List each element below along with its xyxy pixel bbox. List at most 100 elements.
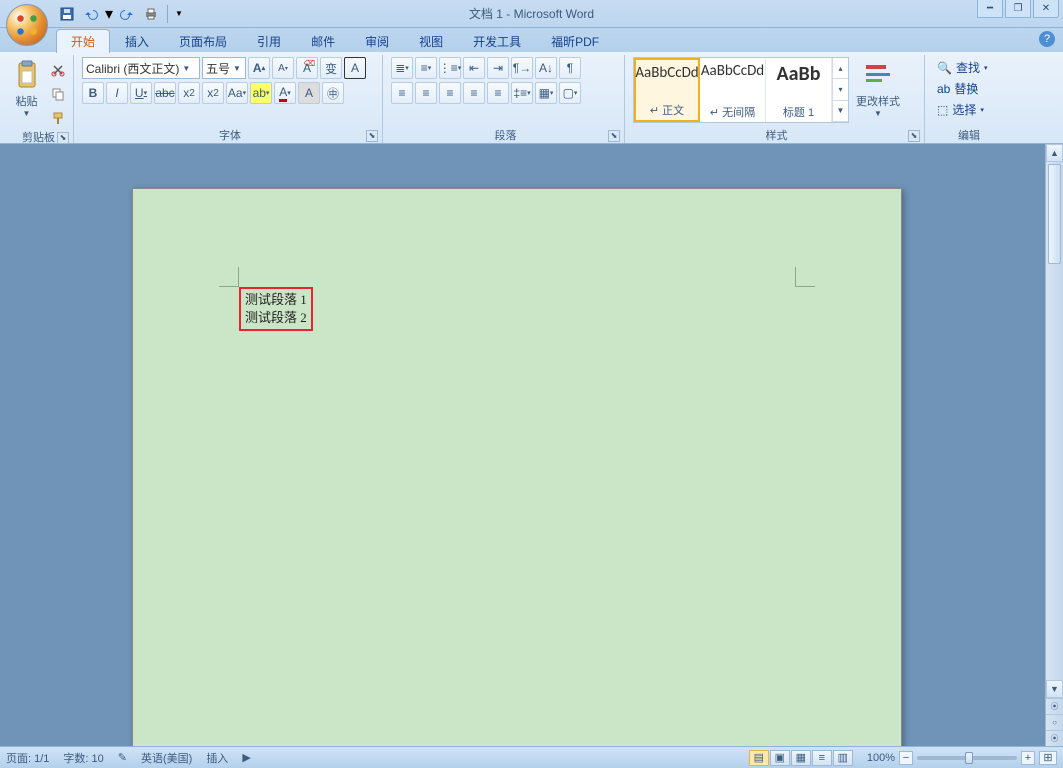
tab-insert[interactable]: 插入 (110, 29, 164, 53)
paragraph-1[interactable]: 测试段落 1 (245, 291, 307, 309)
gallery-up[interactable]: ▴ (832, 58, 848, 79)
gallery-down[interactable]: ▾ (832, 79, 848, 100)
show-marks-button[interactable]: ¶ (559, 57, 581, 79)
char-shading-button[interactable]: A (298, 82, 320, 104)
align-right-button[interactable]: ≡ (439, 82, 461, 104)
line-spacing-button[interactable]: ‡≡▾ (511, 82, 533, 104)
format-painter-button[interactable] (47, 107, 69, 129)
borders-button[interactable]: ▢▾ (559, 82, 581, 104)
style-no-spacing[interactable]: AaBbCcDd ↵ 无间隔 (700, 58, 766, 122)
status-words[interactable]: 字数: 10 (63, 750, 103, 766)
undo-button[interactable] (80, 3, 102, 25)
distributed-button[interactable]: ≡ (487, 82, 509, 104)
status-language[interactable]: 英语(美国) (141, 750, 192, 766)
styles-launcher[interactable]: ⬊ (908, 130, 920, 142)
font-family-combo[interactable]: Calibri (西文正文)▼ (82, 57, 200, 79)
replace-button[interactable]: ab替换 (933, 78, 982, 99)
gallery-more[interactable]: ▼ (832, 101, 848, 122)
shading-button[interactable]: ▦▾ (535, 82, 557, 104)
change-styles-button[interactable]: 更改样式 ▼ (851, 57, 905, 127)
enclose-char-button[interactable]: ㊥ (322, 82, 344, 104)
align-left-button[interactable]: ≡ (391, 82, 413, 104)
close-button[interactable]: ✕ (1033, 0, 1059, 18)
strikethrough-button[interactable]: abc (154, 82, 176, 104)
restore-button[interactable]: ❐ (1005, 0, 1031, 18)
prev-page-button[interactable]: ⦿ (1046, 698, 1063, 714)
tab-view[interactable]: 视图 (404, 29, 458, 53)
help-button[interactable]: ? (1039, 31, 1055, 47)
superscript-button[interactable]: x2 (202, 82, 224, 104)
copy-button[interactable] (47, 83, 69, 105)
style-normal[interactable]: AaBbCcDd ↵ 正文 (634, 58, 700, 122)
scroll-up-button[interactable]: ▲ (1046, 144, 1063, 162)
increase-indent-button[interactable]: ⇥ (487, 57, 509, 79)
underline-button[interactable]: U ▾ (130, 82, 152, 104)
clear-formatting-button[interactable]: A⌫ (296, 57, 318, 79)
phonetic-guide-button[interactable]: 变 (320, 57, 342, 79)
zoom-slider[interactable] (917, 756, 1017, 760)
zoom-level[interactable]: 100% (867, 752, 895, 764)
status-proof-icon[interactable]: ✎ (118, 751, 127, 764)
highlight-button[interactable]: ab▾ (250, 82, 272, 104)
justify-button[interactable]: ≡ (463, 82, 485, 104)
qat-customize-dropdown[interactable]: ▼ (173, 3, 185, 25)
multilevel-button[interactable]: ⋮≡▾ (439, 57, 461, 79)
zoom-in-button[interactable]: + (1021, 751, 1035, 765)
zoom-thumb[interactable] (965, 752, 973, 764)
outline-view[interactable]: ≡ (812, 750, 832, 766)
style-heading-1[interactable]: AaBb 标题 1 (766, 58, 832, 122)
italic-button[interactable]: I (106, 82, 128, 104)
paragraph-2[interactable]: 测试段落 2 (245, 309, 307, 327)
cut-button[interactable] (47, 59, 69, 81)
sort-button[interactable]: A↓ (535, 57, 557, 79)
paste-button[interactable]: 粘贴 ▼ (8, 57, 45, 127)
draft-view[interactable]: ▥ (833, 750, 853, 766)
redo-button[interactable] (116, 3, 138, 25)
clipboard-launcher[interactable]: ⬊ (57, 132, 69, 144)
next-page-button[interactable]: ⦿ (1046, 730, 1063, 746)
tab-mailings[interactable]: 邮件 (296, 29, 350, 53)
full-screen-view[interactable]: ▣ (770, 750, 790, 766)
subscript-button[interactable]: x2 (178, 82, 200, 104)
font-size-combo[interactable]: 五号▼ (202, 57, 246, 79)
print-layout-view[interactable]: ▤ (749, 750, 769, 766)
web-layout-view[interactable]: ▦ (791, 750, 811, 766)
status-page[interactable]: 页面: 1/1 (6, 750, 49, 766)
decrease-indent-button[interactable]: ⇤ (463, 57, 485, 79)
select-button[interactable]: ⬚选择▾ (933, 99, 988, 120)
numbering-button[interactable]: ≡▾ (415, 57, 437, 79)
document-viewport[interactable]: 测试段落 1 测试段落 2 (0, 144, 1063, 746)
undo-dropdown[interactable]: ▾ (104, 3, 114, 25)
tab-foxit-pdf[interactable]: 福昕PDF (536, 29, 614, 53)
align-center-button[interactable]: ≡ (415, 82, 437, 104)
find-button[interactable]: 🔍查找▾ (933, 57, 991, 78)
zoom-fit-button[interactable]: ⊞ (1039, 751, 1057, 765)
bullets-button[interactable]: ≣▾ (391, 57, 413, 79)
tab-page-layout[interactable]: 页面布局 (164, 29, 242, 53)
tab-home[interactable]: 开始 (56, 29, 110, 53)
save-button[interactable] (56, 3, 78, 25)
quick-print-button[interactable] (140, 3, 162, 25)
scroll-thumb[interactable] (1048, 164, 1061, 264)
office-button[interactable] (6, 4, 48, 46)
status-macro-icon[interactable]: ▶ (242, 751, 250, 764)
char-border-button[interactable]: A (344, 57, 366, 79)
shrink-font-button[interactable]: A▾ (272, 57, 294, 79)
ltr-button[interactable]: ¶→ (511, 57, 533, 79)
tab-references[interactable]: 引用 (242, 29, 296, 53)
grow-font-button[interactable]: A▴ (248, 57, 270, 79)
font-color-button[interactable]: A▾ (274, 82, 296, 104)
page[interactable]: 测试段落 1 测试段落 2 (132, 188, 902, 746)
zoom-out-button[interactable]: − (899, 751, 913, 765)
scroll-down-button[interactable]: ▼ (1046, 680, 1063, 698)
tab-review[interactable]: 审阅 (350, 29, 404, 53)
change-case-button[interactable]: Aa▾ (226, 82, 248, 104)
minimize-button[interactable]: ━ (977, 0, 1003, 18)
tab-developer[interactable]: 开发工具 (458, 29, 536, 53)
font-launcher[interactable]: ⬊ (366, 130, 378, 142)
paragraph-launcher[interactable]: ⬊ (608, 130, 620, 142)
browse-object-button[interactable]: ○ (1046, 714, 1063, 730)
scroll-track[interactable] (1046, 162, 1063, 680)
bold-button[interactable]: B (82, 82, 104, 104)
status-mode[interactable]: 插入 (206, 750, 228, 766)
